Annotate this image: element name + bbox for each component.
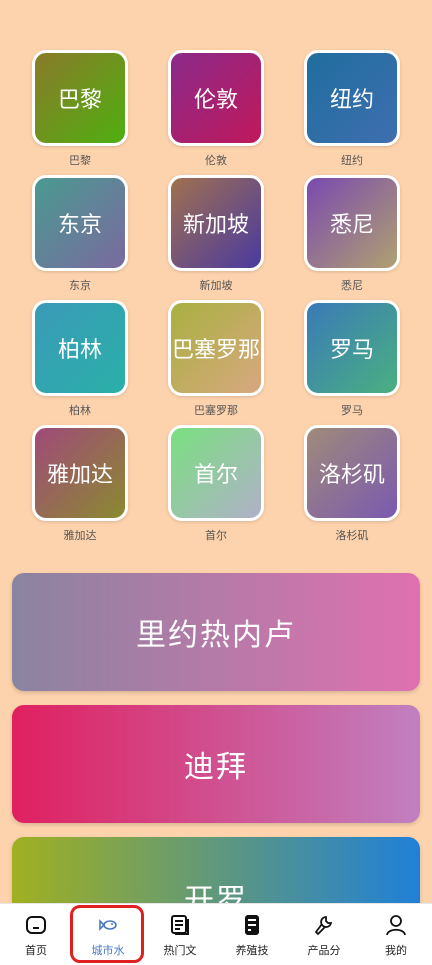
- city-caption: 伦敦: [205, 154, 227, 167]
- city-tile[interactable]: 洛杉矶: [304, 425, 400, 521]
- nav-farming-tech[interactable]: 养殖技: [216, 904, 288, 965]
- city-caption: 首尔: [205, 529, 227, 542]
- city-tile[interactable]: 悉尼: [304, 175, 400, 271]
- nav-home[interactable]: 首页: [0, 904, 72, 965]
- article-icon: [167, 912, 193, 938]
- selected-tab-highlight: [70, 905, 144, 963]
- city-caption: 洛杉矶: [335, 529, 369, 542]
- city-card-london[interactable]: 伦敦 伦敦: [168, 50, 264, 168]
- city-tile[interactable]: 东京: [32, 175, 128, 271]
- city-tile[interactable]: 新加坡: [168, 175, 264, 271]
- city-card-seoul[interactable]: 首尔 首尔: [168, 425, 264, 543]
- home-icon: [23, 912, 49, 938]
- city-caption: 新加坡: [199, 279, 233, 292]
- city-card-barcelona[interactable]: 巴塞罗那 巴塞罗那: [168, 300, 264, 418]
- city-caption: 纽约: [341, 154, 363, 167]
- city-tile[interactable]: 巴塞罗那: [168, 300, 264, 396]
- nav-mine[interactable]: 我的: [360, 904, 432, 965]
- city-caption: 悉尼: [341, 279, 363, 292]
- bottom-nav: 首页 城市水 热门文 养殖技 产品分 我的: [0, 903, 432, 965]
- city-card-singapore[interactable]: 新加坡 新加坡: [168, 175, 264, 293]
- city-caption: 巴塞罗那: [194, 404, 238, 417]
- nav-home-label: 首页: [25, 944, 47, 957]
- city-card-los-angeles[interactable]: 洛杉矶 洛杉矶: [304, 425, 400, 543]
- city-tile[interactable]: 柏林: [32, 300, 128, 396]
- nav-hot-articles-label: 热门文: [163, 944, 197, 957]
- device-icon: [239, 912, 265, 938]
- city-caption: 巴黎: [69, 154, 91, 167]
- city-caption: 柏林: [69, 404, 91, 417]
- nav-farming-tech-label: 养殖技: [235, 944, 269, 957]
- nav-mine-label: 我的: [385, 944, 407, 957]
- city-tile[interactable]: 罗马: [304, 300, 400, 396]
- nav-hot-articles[interactable]: 热门文: [144, 904, 216, 965]
- nav-product-category-label: 产品分: [307, 944, 341, 957]
- city-card-tokyo[interactable]: 东京 东京: [32, 175, 128, 293]
- city-tile[interactable]: 伦敦: [168, 50, 264, 146]
- city-card-sydney[interactable]: 悉尼 悉尼: [304, 175, 400, 293]
- city-caption: 罗马: [341, 404, 363, 417]
- nav-product-category[interactable]: 产品分: [288, 904, 360, 965]
- city-tile[interactable]: 纽约: [304, 50, 400, 146]
- city-banner-rio[interactable]: 里约热内卢: [12, 573, 420, 691]
- city-tile[interactable]: 巴黎: [32, 50, 128, 146]
- city-tile[interactable]: 雅加达: [32, 425, 128, 521]
- city-card-paris[interactable]: 巴黎 巴黎: [32, 50, 128, 168]
- city-caption: 东京: [69, 279, 91, 292]
- wrench-icon: [311, 912, 337, 938]
- city-card-rome[interactable]: 罗马 罗马: [304, 300, 400, 418]
- user-icon: [383, 912, 409, 938]
- city-caption: 雅加达: [63, 529, 97, 542]
- city-card-new-york[interactable]: 纽约 纽约: [304, 50, 400, 168]
- city-card-jakarta[interactable]: 雅加达 雅加达: [32, 425, 128, 543]
- city-banner-dubai[interactable]: 迪拜: [12, 705, 420, 823]
- city-tile[interactable]: 首尔: [168, 425, 264, 521]
- city-card-berlin[interactable]: 柏林 柏林: [32, 300, 128, 418]
